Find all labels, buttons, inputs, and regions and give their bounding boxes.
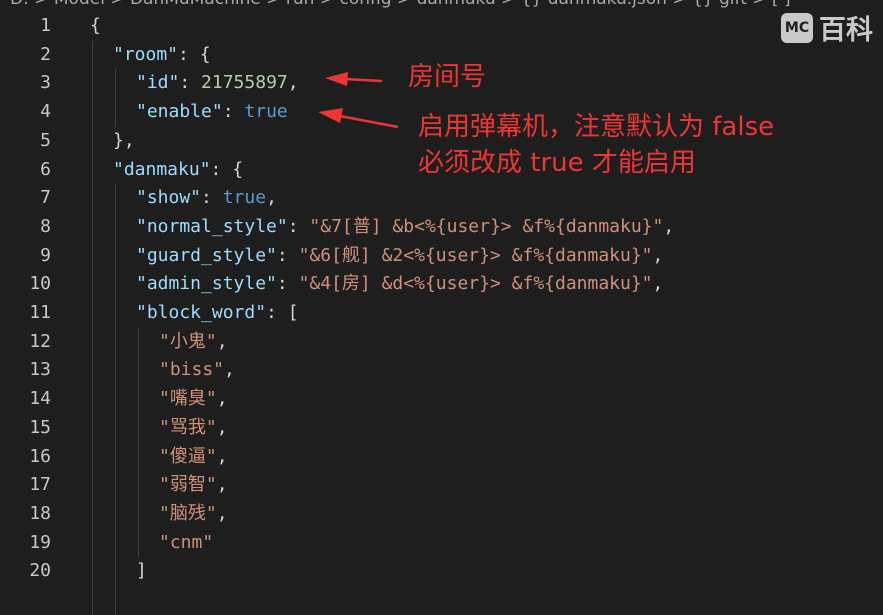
annotation-room-id: 房间号: [408, 62, 487, 92]
arrow-enable-icon: [318, 108, 399, 129]
annotation-enable-line2: 必须改成 true 才能启用: [418, 148, 696, 178]
arrow-room-id-icon: [325, 72, 383, 86]
annotation-enable-line1: 启用弹幕机，注意默认为 false: [418, 112, 775, 142]
